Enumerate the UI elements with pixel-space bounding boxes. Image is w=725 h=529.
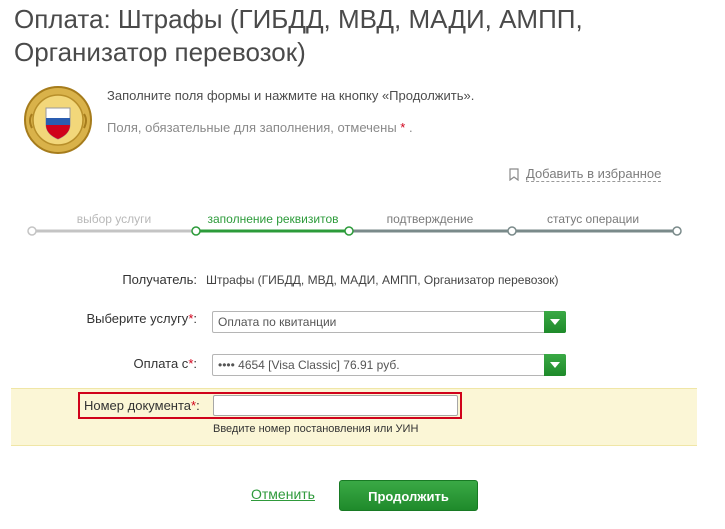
service-label-text: Выберите услугу: [86, 311, 189, 326]
service-label-colon: :: [193, 311, 197, 326]
step-label-service: выбор услуги: [76, 212, 152, 226]
chevron-down-icon[interactable]: [544, 311, 566, 333]
recipient-label: Получатель:: [122, 272, 197, 287]
page-title: Оплата: Штрафы (ГИБДД, МВД, МАДИ, АМПП, …: [14, 4, 583, 67]
chevron-down-icon[interactable]: [544, 354, 566, 376]
add-to-favorites-label: Добавить в избранное: [526, 166, 662, 182]
required-note: Поля, обязательные для заполнения, отмеч…: [107, 120, 413, 135]
cancel-link[interactable]: Отменить: [251, 486, 315, 502]
pay-from-label-colon: :: [193, 356, 197, 371]
required-note-end: .: [408, 120, 413, 135]
traffic-police-emblem-icon: [24, 86, 92, 154]
pay-from-label: Оплата с*:: [7, 356, 197, 371]
document-number-input[interactable]: [213, 395, 458, 416]
step-label-details: заполнение реквизитов: [207, 212, 339, 226]
document-number-label-text: Номер документа: [84, 398, 192, 413]
service-label: Выберите услугу*:: [7, 311, 197, 326]
step-dot-3: [344, 226, 354, 236]
pay-from-select-value: •••• 4654 [Visa Classic] 76.91 руб.: [218, 358, 400, 372]
add-to-favorites-link[interactable]: Добавить в избранное: [509, 166, 662, 182]
step-dot-5: [672, 226, 682, 236]
step-label-status: статус операции: [546, 212, 640, 226]
bookmark-icon: [509, 167, 519, 181]
required-note-text: Поля, обязательные для заполнения, отмеч…: [107, 120, 397, 135]
document-number-hint: Введите номер постановления или УИН: [213, 423, 419, 435]
document-number-label: Номер документа*:: [84, 398, 200, 413]
step-dot-2: [191, 226, 201, 236]
step-dot-4: [507, 226, 517, 236]
service-select[interactable]: Оплата по квитанции: [212, 311, 566, 333]
service-select-value: Оплата по квитанции: [218, 315, 337, 329]
progress-steps: выбор услуги заполнение реквизитов подтв…: [0, 205, 725, 245]
required-star: *: [400, 120, 406, 135]
pay-from-select[interactable]: •••• 4654 [Visa Classic] 76.91 руб.: [212, 354, 566, 376]
recipient-value: Штрафы (ГИБДД, МВД, МАДИ, АМПП, Организа…: [206, 273, 559, 287]
document-number-label-colon: :: [196, 398, 200, 413]
continue-button[interactable]: Продолжить: [339, 480, 478, 511]
step-dot-1: [27, 226, 37, 236]
intro-text: Заполните поля формы и нажмите на кнопку…: [107, 88, 475, 103]
pay-from-label-text: Оплата с: [133, 356, 189, 371]
step-label-confirm: подтверждение: [386, 212, 474, 226]
